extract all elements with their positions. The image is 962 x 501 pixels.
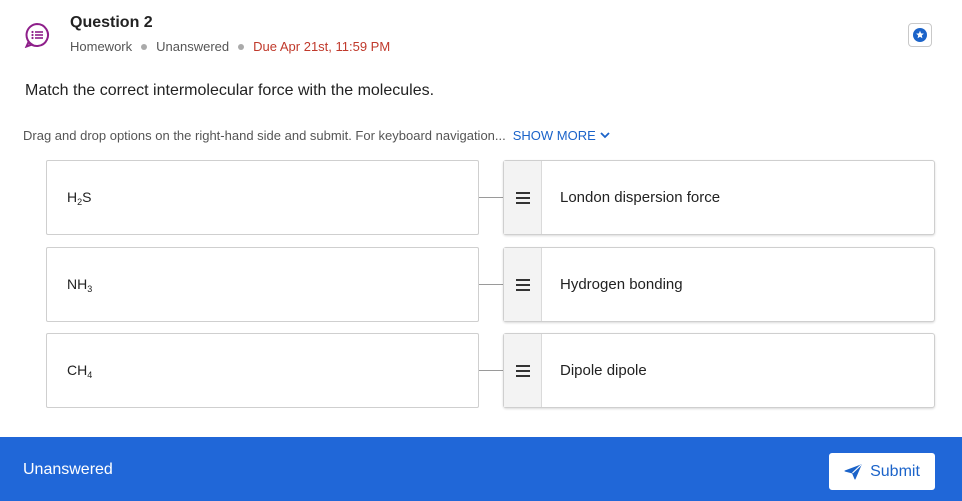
footer-status: Unanswered [23,461,113,478]
question-meta: Homework Unanswered Due Apr 21st, 11:59 … [70,39,390,54]
drag-handle[interactable] [504,334,542,407]
instructions-text: Drag and drop options on the right-hand … [23,128,506,143]
option-label: Dipole dipole [560,362,647,379]
submit-label: Submit [870,462,920,480]
drag-handle-icon [515,278,530,291]
separator-dot [238,43,245,50]
due-date: Due Apr 21st, 11:59 PM [253,39,391,54]
draggable-option-london[interactable]: London dispersion force [503,160,935,235]
match-connector [479,197,504,198]
option-label: London dispersion force [560,189,721,206]
option-label: Hydrogen bonding [560,276,683,293]
molecule-label: CH4 [67,361,93,380]
footer-bar: Unanswered Submit [0,437,962,501]
question-prompt: Match the correct intermolecular force w… [25,82,435,99]
send-icon [844,464,862,479]
match-connector [479,370,504,371]
molecule-label: H2S [67,188,92,207]
separator-dot [141,43,148,50]
bookmark-button[interactable] [908,23,932,47]
answer-status: Unanswered [156,39,230,54]
drag-handle-icon [515,191,530,204]
draggable-option-dipole[interactable]: Dipole dipole [503,333,935,408]
assignment-type: Homework [70,39,133,54]
drag-handle[interactable] [504,161,542,234]
draggable-option-hydrogen[interactable]: Hydrogen bonding [503,247,935,322]
show-more-link[interactable]: SHOW MORE [513,128,610,143]
molecule-box-ch4: CH4 [46,333,479,408]
drag-handle-icon [515,364,530,377]
match-connector [479,284,504,285]
molecule-box-nh3: NH3 [46,247,479,322]
molecule-label: NH3 [67,275,93,294]
submit-button[interactable]: Submit [829,453,935,490]
star-icon [913,28,927,42]
chevron-down-icon [600,132,610,139]
molecule-box-h2s: H2S [46,160,479,235]
question-title: Question 2 [70,14,153,31]
instructions: Drag and drop options on the right-hand … [23,128,610,143]
question-list-icon [24,22,50,49]
drag-handle[interactable] [504,248,542,321]
